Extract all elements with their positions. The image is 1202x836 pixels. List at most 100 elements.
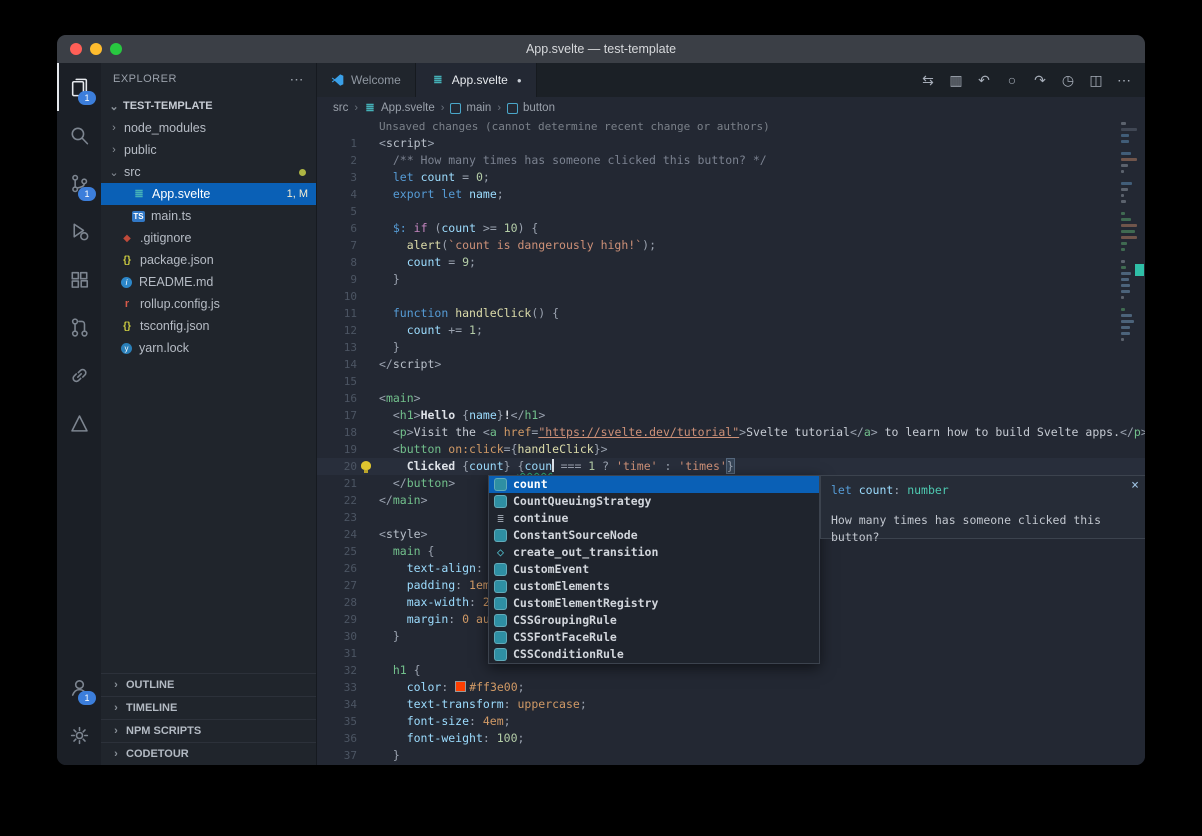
line-number: 19 bbox=[317, 441, 357, 458]
code-line-2[interactable]: 2 /** How many times has someone clicked… bbox=[317, 152, 1145, 169]
token: > bbox=[414, 391, 421, 405]
section-outline[interactable]: ›OUTLINE bbox=[101, 673, 316, 696]
accounts-icon[interactable]: 1 bbox=[57, 663, 101, 711]
file-rollup.config.js[interactable]: rrollup.config.js bbox=[101, 293, 316, 315]
code-line-16[interactable]: 16<main> bbox=[317, 390, 1145, 407]
file-tsconfig.json[interactable]: {}tsconfig.json bbox=[101, 315, 316, 337]
code-line-34[interactable]: 34 text-transform: uppercase; bbox=[317, 696, 1145, 713]
code-line-36[interactable]: 36 font-weight: 100; bbox=[317, 730, 1145, 747]
folder-node_modules[interactable]: ›node_modules bbox=[101, 117, 316, 139]
file-.gitignore[interactable]: ◆.gitignore bbox=[101, 227, 316, 249]
code-line-37[interactable]: 37 } bbox=[317, 747, 1145, 764]
line-number: 33 bbox=[317, 679, 357, 696]
folder-src[interactable]: ⌄src bbox=[101, 161, 316, 183]
code-line-4[interactable]: 4 export let name; bbox=[317, 186, 1145, 203]
suggestion-CSSGroupingRule[interactable]: CSSGroupingRule bbox=[489, 612, 819, 629]
code-line-15[interactable]: 15 bbox=[317, 373, 1145, 390]
minimap[interactable] bbox=[1121, 122, 1138, 344]
close-icon[interactable]: × bbox=[1131, 477, 1139, 494]
code-line-14[interactable]: 14</script> bbox=[317, 356, 1145, 373]
folder-public[interactable]: ›public bbox=[101, 139, 316, 161]
lightbulb-icon[interactable] bbox=[361, 461, 371, 470]
line-number: 9 bbox=[317, 271, 357, 288]
titlebar[interactable]: App.svelte — test-template bbox=[57, 35, 1145, 63]
settings-icon[interactable] bbox=[57, 711, 101, 759]
remote-icon[interactable] bbox=[57, 351, 101, 399]
code-line-7[interactable]: 7 alert(`count is dangerously high!`); bbox=[317, 237, 1145, 254]
suggestion-ConstantSourceNode[interactable]: ConstantSourceNode bbox=[489, 527, 819, 544]
section-timeline[interactable]: ›TIMELINE bbox=[101, 696, 316, 719]
file-README.md[interactable]: iREADME.md bbox=[101, 271, 316, 293]
minimap-line bbox=[1121, 206, 1138, 209]
open-preview-icon[interactable]: ▥ bbox=[943, 72, 969, 89]
current-position-icon[interactable]: ○ bbox=[999, 72, 1025, 88]
token bbox=[379, 170, 393, 184]
suggestion-count[interactable]: count bbox=[489, 476, 819, 493]
suggestion-CSSConditionRule[interactable]: CSSConditionRule bbox=[489, 646, 819, 663]
pull-requests-icon[interactable] bbox=[57, 303, 101, 351]
code-line-6[interactable]: 6 $: if (count >= 10) { bbox=[317, 220, 1145, 237]
code-line-8[interactable]: 8 count = 9; bbox=[317, 254, 1145, 271]
gutter bbox=[357, 288, 379, 305]
tab-app-svelte[interactable]: ≣App.svelte● bbox=[416, 63, 537, 97]
section-npm-scripts[interactable]: ›NPM SCRIPTS bbox=[101, 719, 316, 742]
file-history-icon[interactable]: ◷ bbox=[1055, 72, 1081, 89]
breadcrumb-item-app-svelte[interactable]: ≣App.svelte bbox=[364, 102, 435, 115]
code-line-32[interactable]: 32 h1 { bbox=[317, 662, 1145, 679]
breadcrumb-item-src[interactable]: src bbox=[333, 102, 348, 114]
token: $: bbox=[393, 221, 407, 235]
suggestion-continue[interactable]: ≣continue bbox=[489, 510, 819, 527]
code-line-1[interactable]: 1<script> bbox=[317, 135, 1145, 152]
code-line-35[interactable]: 35 font-size: 4em; bbox=[317, 713, 1145, 730]
source-control-icon[interactable]: 1 bbox=[57, 159, 101, 207]
zoom-button[interactable] bbox=[110, 43, 122, 55]
item-label: public bbox=[124, 143, 157, 157]
code-line-18[interactable]: 18 <p>Visit the <a href="https://svelte.… bbox=[317, 424, 1145, 441]
code-text bbox=[379, 373, 1145, 390]
code-line-33[interactable]: 33 color: #ff3e00; bbox=[317, 679, 1145, 696]
file-main.ts[interactable]: TSmain.ts bbox=[101, 205, 316, 227]
next-change-icon[interactable]: ↷ bbox=[1027, 72, 1053, 89]
code-line-20[interactable]: 20 Clicked {count} {coun === 1 ? 'time' … bbox=[317, 458, 1145, 475]
file-package.json[interactable]: {}package.json bbox=[101, 249, 316, 271]
suggestion-CustomElementRegistry[interactable]: CustomElementRegistry bbox=[489, 595, 819, 612]
tab-welcome[interactable]: Welcome bbox=[317, 63, 416, 97]
gutter bbox=[357, 577, 379, 594]
gutter bbox=[357, 611, 379, 628]
code-line-17[interactable]: 17 <h1>Hello {name}!</h1> bbox=[317, 407, 1145, 424]
tree-root[interactable]: ⌄ TEST-TEMPLATE bbox=[101, 95, 316, 117]
search-icon[interactable] bbox=[57, 111, 101, 159]
breadcrumb-item-button[interactable]: button bbox=[507, 102, 555, 114]
info-file-icon: i bbox=[121, 277, 132, 288]
explorer-icon[interactable]: 1 bbox=[57, 63, 101, 111]
file-App.svelte[interactable]: ≣App.svelte1, M bbox=[101, 183, 316, 205]
extensions-icon[interactable] bbox=[57, 255, 101, 303]
run-debug-icon[interactable] bbox=[57, 207, 101, 255]
code-line-10[interactable]: 10 bbox=[317, 288, 1145, 305]
section-codetour[interactable]: ›CODETOUR bbox=[101, 742, 316, 765]
minimize-button[interactable] bbox=[90, 43, 102, 55]
split-editor-icon[interactable]: ◫ bbox=[1083, 72, 1109, 89]
code-line-13[interactable]: 13 } bbox=[317, 339, 1145, 356]
suggestion-CountQueuingStrategy[interactable]: CountQueuingStrategy bbox=[489, 493, 819, 510]
more-actions-icon[interactable]: ⋯ bbox=[1111, 72, 1137, 89]
code-line-9[interactable]: 9 } bbox=[317, 271, 1145, 288]
code-line-19[interactable]: 19 <button on:click={handleClick}> bbox=[317, 441, 1145, 458]
code-line-11[interactable]: 11 function handleClick() { bbox=[317, 305, 1145, 322]
code-line-12[interactable]: 12 count += 1; bbox=[317, 322, 1145, 339]
explorer-more-actions-icon[interactable]: ⋯ bbox=[290, 71, 305, 88]
suggestion-customElements[interactable]: customElements bbox=[489, 578, 819, 595]
suggestion-create_out_transition[interactable]: ◇create_out_transition bbox=[489, 544, 819, 561]
gitlens-compare-icon[interactable]: ⇆ bbox=[915, 72, 941, 89]
suggestion-CustomEvent[interactable]: CustomEvent bbox=[489, 561, 819, 578]
code-line-5[interactable]: 5 bbox=[317, 203, 1145, 220]
breadcrumb-item-main[interactable]: main bbox=[450, 102, 491, 114]
azure-icon[interactable] bbox=[57, 399, 101, 447]
suggestion-CSSFontFaceRule[interactable]: CSSFontFaceRule bbox=[489, 629, 819, 646]
close-button[interactable] bbox=[70, 43, 82, 55]
file-yarn.lock[interactable]: yyarn.lock bbox=[101, 337, 316, 359]
code-text: function handleClick() { bbox=[379, 305, 1145, 322]
token: > bbox=[871, 425, 878, 439]
code-line-3[interactable]: 3 let count = 0; bbox=[317, 169, 1145, 186]
previous-change-icon[interactable]: ↶ bbox=[971, 72, 997, 89]
